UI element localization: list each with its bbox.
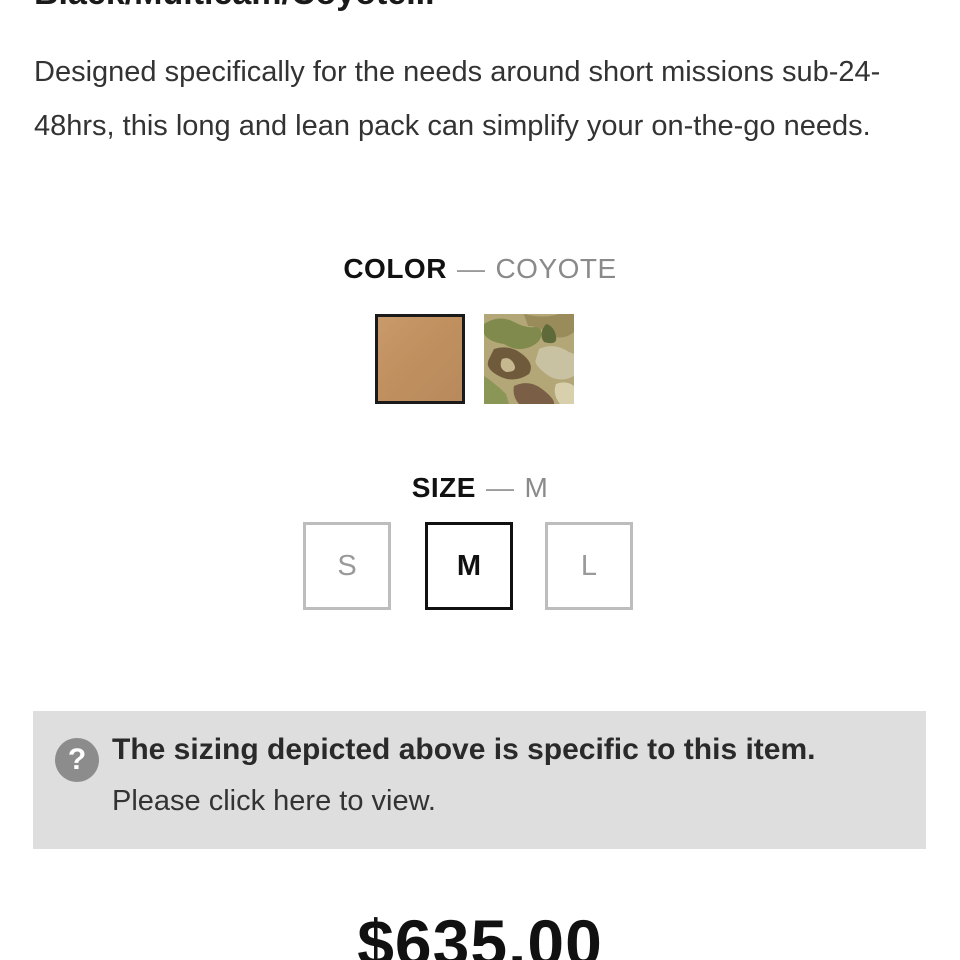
product-page: Black/Multicam/Coyote... Designed specif… — [0, 0, 960, 960]
size-button-l[interactable]: L — [545, 522, 633, 610]
product-title: Black/Multicam/Coyote... — [34, 0, 435, 13]
color-label: COLOR — [343, 253, 447, 284]
color-separator: — — [456, 253, 486, 284]
sizing-note-box: ? The sizing depicted above is specific … — [33, 711, 926, 849]
sizing-guide-link[interactable]: Please click here to view. — [112, 785, 436, 818]
size-separator: — — [485, 472, 515, 503]
size-option-label: SIZE — M — [0, 472, 960, 504]
selected-color: COYOTE — [495, 253, 617, 284]
size-label: SIZE — [411, 472, 476, 503]
color-swatch-multicam[interactable] — [484, 314, 574, 404]
product-description: Designed specifically for the needs arou… — [34, 56, 881, 142]
question-circle-icon: ? — [55, 738, 99, 782]
sizing-note-title: The sizing depicted above is specific to… — [112, 733, 816, 766]
size-button-s[interactable]: S — [303, 522, 391, 610]
selected-size: M — [524, 472, 549, 503]
product-price: $635.00 — [357, 906, 603, 960]
color-option-label: COLOR — COYOTE — [0, 253, 960, 285]
size-button-m[interactable]: M — [425, 522, 513, 610]
multicam-pattern-icon — [484, 314, 574, 404]
color-swatch-coyote[interactable] — [375, 314, 465, 404]
